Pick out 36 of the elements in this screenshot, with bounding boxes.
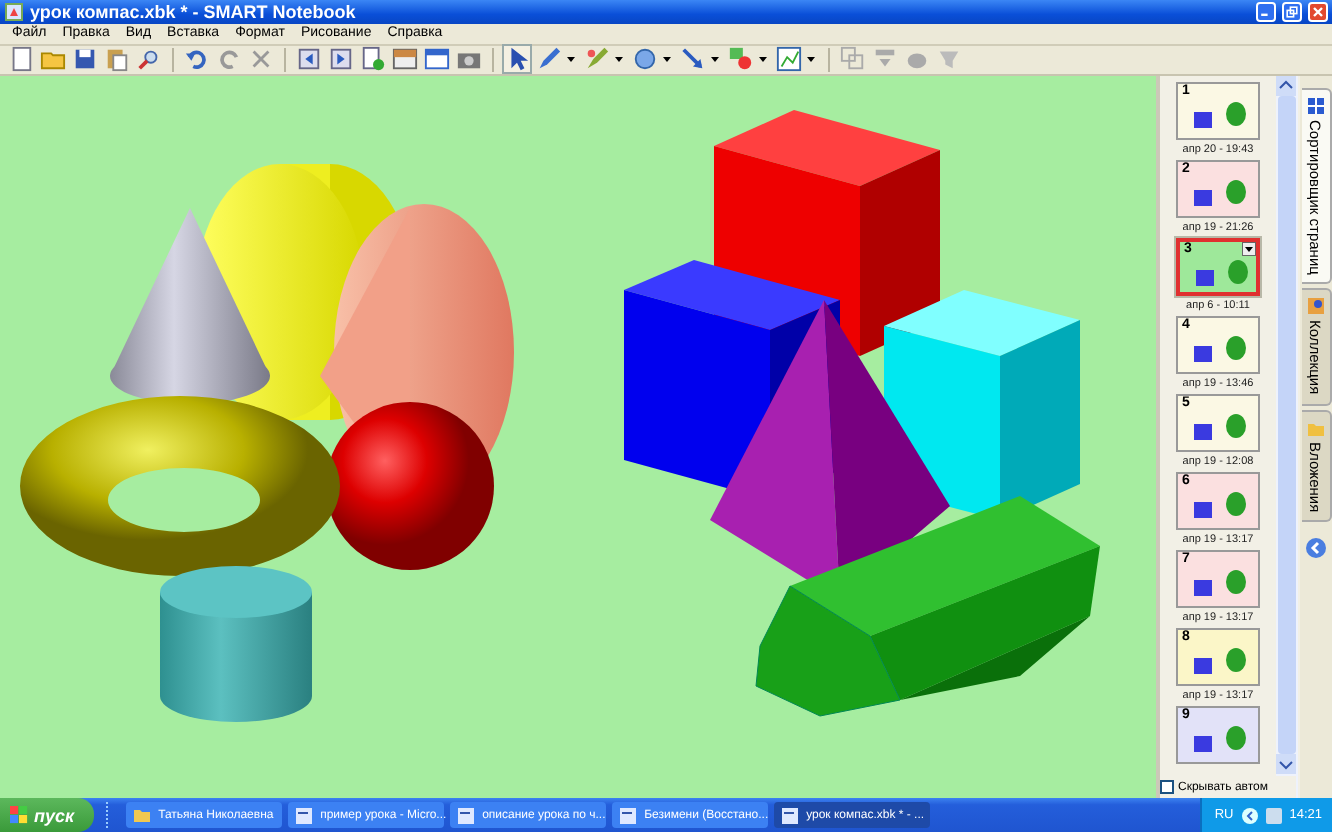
document-icon: [620, 807, 637, 824]
picture-icon: [1307, 298, 1323, 315]
pen-icon[interactable]: [536, 46, 562, 73]
add-page-icon[interactable]: [360, 46, 386, 73]
previous-page-icon[interactable]: [296, 46, 322, 73]
folder-icon: [1307, 419, 1323, 436]
magnifier-icon[interactable]: [136, 46, 162, 73]
document-icon: [458, 807, 475, 824]
document-icon: [296, 807, 313, 824]
folder-icon: [134, 807, 151, 824]
document-icon: [782, 807, 799, 824]
chart-icon[interactable]: [776, 46, 802, 73]
screen-shade-icon[interactable]: [392, 46, 418, 73]
undo-icon[interactable]: [184, 46, 210, 73]
scroll-up-icon[interactable]: [1276, 76, 1296, 97]
globe-icon[interactable]: [632, 46, 658, 73]
new-page-icon[interactable]: [8, 46, 34, 73]
back-arrow-icon[interactable]: [1306, 537, 1326, 558]
line-arrow-icon[interactable]: [680, 46, 706, 73]
window-title: урок компас.xbk * - SMART Notebook: [30, 1, 358, 22]
full-screen-icon[interactable]: [424, 46, 450, 73]
next-page-icon[interactable]: [328, 46, 354, 73]
app-icon: [4, 1, 24, 22]
dropdown-caret-icon[interactable]: [1242, 242, 1256, 257]
save-icon[interactable]: [72, 46, 98, 73]
3d-shapes-drawing[interactable]: [20, 110, 1100, 722]
close-icon[interactable]: [1308, 1, 1328, 22]
grid-icon: [1307, 98, 1323, 115]
scrollbar-thumb[interactable]: [1278, 96, 1296, 755]
scroll-down-icon[interactable]: [1276, 754, 1296, 775]
back-arrow-icon[interactable]: [1241, 807, 1258, 824]
restore-icon[interactable]: [1282, 1, 1302, 22]
paste-icon[interactable]: [104, 46, 130, 73]
minimize-icon[interactable]: [1256, 1, 1276, 22]
windows-logo-icon: [10, 806, 28, 825]
checkbox[interactable]: [1160, 780, 1174, 795]
